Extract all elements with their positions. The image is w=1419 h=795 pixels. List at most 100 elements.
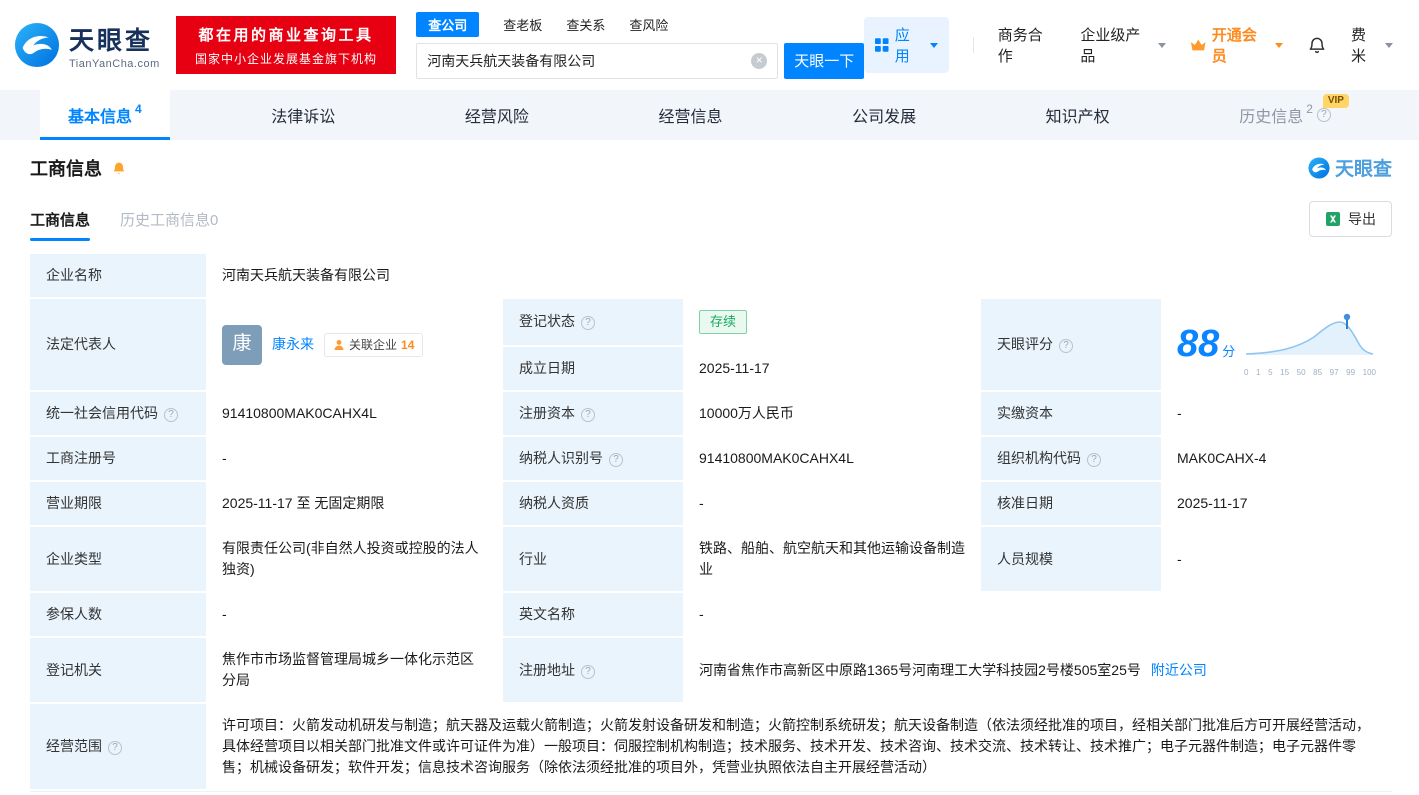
score-chart: 0 1 5 15 50 85 97 99 100 [1244,310,1376,379]
help-icon[interactable]: ? [108,741,122,755]
score-unit: 分 [1222,344,1236,359]
tab-intellectual-property[interactable]: 知识产权 [1018,90,1138,140]
search-tab-boss[interactable]: 查老板 [503,12,542,37]
tab-history-info[interactable]: VIP 历史信息 2 ? [1211,90,1359,140]
tab-label: 经营信息 [658,109,723,126]
table-row: 统一社会信用代码? 91410800MAK0CAHX4L 注册资本? 10000… [30,392,1392,437]
tab-operation-info[interactable]: 经营信息 [630,90,750,140]
field-label: 组织机构代码 [997,450,1081,466]
staff-size-label: 人员规模 [981,527,1161,593]
company-name-label: 企业名称 [30,254,206,299]
establish-date-value: 2025-11-17 [683,346,981,392]
apps-menu[interactable]: 应用 [864,17,949,73]
logo-domain: TianYanCha.com [69,57,160,70]
score-curve [1245,313,1374,355]
insured-count-value: - [206,593,503,638]
tab-legal-lawsuit[interactable]: 法律诉讼 [243,90,363,140]
reg-address-label: 注册地址? [503,638,683,704]
ad-line1: 都在用的商业查询工具 [198,26,374,44]
subscribe-bell-icon[interactable] [111,160,127,176]
ad-banner[interactable]: 都在用的商业查询工具 国家中小企业发展基金旗下机构 [175,16,397,74]
user-menu[interactable]: 费米 [1351,24,1393,66]
search-tab-relation[interactable]: 查关系 [566,12,605,37]
business-term-label: 营业期限 [30,482,206,527]
help-icon[interactable]: ? [1316,108,1331,122]
establish-date-label: 成立日期 [503,346,683,392]
subtab-history-business-info[interactable]: 历史工商信息0 [120,209,218,241]
reg-capital-value: 10000万人民币 [683,392,981,437]
search-area: 查公司 查老板 查关系 查风险 × 天眼一下 [416,11,865,79]
help-icon[interactable]: ? [581,408,595,422]
table-row: 参保人数 - 英文名称 - [30,593,1392,638]
tab-label: 公司发展 [852,109,917,126]
company-nav-tabs: 基本信息 4 法律诉讼 经营风险 经营信息 公司发展 知识产权 VIP 历史信息… [0,90,1419,140]
clear-icon[interactable]: × [751,52,768,69]
business-scope-label: 经营范围? [30,704,206,791]
tianyan-score-cell: 88 分 0 1 5 15 50 85 97 99 100 [1161,299,1392,392]
tab-basic-info[interactable]: 基本信息 4 [40,90,170,140]
score-number: 88 [1177,323,1220,365]
divider [972,37,974,53]
paid-capital-value: - [1161,392,1392,437]
legal-rep-cell: 康 康永来 关联企业 14 [206,299,503,392]
legal-rep-avatar[interactable]: 康 [222,324,262,365]
tianyancha-logo-icon [14,22,60,68]
nearby-companies-link[interactable]: 附近公司 [1151,662,1207,678]
menu-enterprise-label: 企业级产品 [1080,27,1141,65]
tianyan-score-label: 天眼评分? [981,299,1161,392]
excel-icon [1326,212,1340,226]
search-box: × [416,42,779,79]
notification-bell-icon[interactable] [1307,35,1327,55]
table-row: 登记机关 焦作市市场监督管理局城乡一体化示范区分局 注册地址? 河南省焦作市高新… [30,638,1392,704]
search-button[interactable]: 天眼一下 [784,42,865,79]
help-icon[interactable]: ? [1059,339,1073,353]
menu-open-vip[interactable]: 开通会员 [1190,24,1283,66]
reg-authority-value: 焦作市市场监督管理局城乡一体化示范区分局 [206,638,503,704]
business-term-value: 2025-11-17 至 无固定期限 [206,482,503,527]
search-row: × 天眼一下 [416,42,865,79]
field-label: 注册资本 [519,405,575,421]
help-icon[interactable]: ? [164,408,178,422]
company-name-value: 河南天兵航天装备有限公司 [206,254,1392,299]
english-name-value: - [683,593,1392,638]
reg-number-label: 工商注册号 [30,437,206,482]
menu-enterprise[interactable]: 企业级产品 [1080,24,1167,66]
help-icon[interactable]: ? [609,453,623,467]
table-row: 法定代表人 康 康永来 关联企业 14 登记状态? 存续 天眼评分 ? 88 分… [30,299,1392,392]
help-icon[interactable]: ? [581,664,595,679]
reg-number-value: - [206,437,503,482]
export-button[interactable]: 导出 [1309,201,1392,237]
export-label: 导出 [1348,211,1376,227]
tab-label: 历史信息 [1239,109,1304,126]
related-companies-tag[interactable]: 关联企业 14 [324,332,424,357]
company-type-label: 企业类型 [30,527,206,593]
org-code-value: MAK0CAHX-4 [1161,437,1392,482]
search-tab-risk[interactable]: 查风险 [629,12,668,37]
watermark-text: 天眼查 [1334,159,1392,180]
tianyancha-logo[interactable]: 天眼查 TianYanCha.com [14,21,160,70]
legal-rep-name-link[interactable]: 康永来 [272,334,314,355]
search-input[interactable] [427,52,752,69]
taxpayer-quality-label: 纳税人资质 [503,482,683,527]
section-head: 工商信息 天眼查 [30,154,1392,181]
search-tabs: 查公司 查老板 查关系 查风险 [416,11,864,37]
tab-history-count: 2 [1306,102,1313,116]
help-icon[interactable]: ? [581,316,595,331]
subtab-business-info[interactable]: 工商信息 [30,209,91,241]
english-name-label: 英文名称 [503,593,683,638]
tab-operation-risk[interactable]: 经营风险 [437,90,557,140]
tab-company-development[interactable]: 公司发展 [824,90,944,140]
tab-label: 知识产权 [1045,109,1110,126]
menu-cooperation[interactable]: 商务合作 [998,24,1057,66]
search-tab-company[interactable]: 查公司 [416,11,480,37]
logo-title: 天眼查 [69,26,154,55]
legal-rep-label: 法定代表人 [30,299,206,392]
field-label: 登记状态 [519,313,575,330]
taxpayer-id-value: 91410800MAK0CAHX4L [683,437,981,482]
apps-menu-label: 应用 [894,27,910,65]
tianyancha-watermark: 天眼查 [1308,154,1392,181]
help-icon[interactable]: ? [1087,453,1101,467]
tab-basic-info-count: 4 [135,102,142,116]
field-label: 纳税人识别号 [519,450,603,466]
industry-value: 铁路、船舶、航空航天和其他运输设备制造业 [683,527,981,593]
